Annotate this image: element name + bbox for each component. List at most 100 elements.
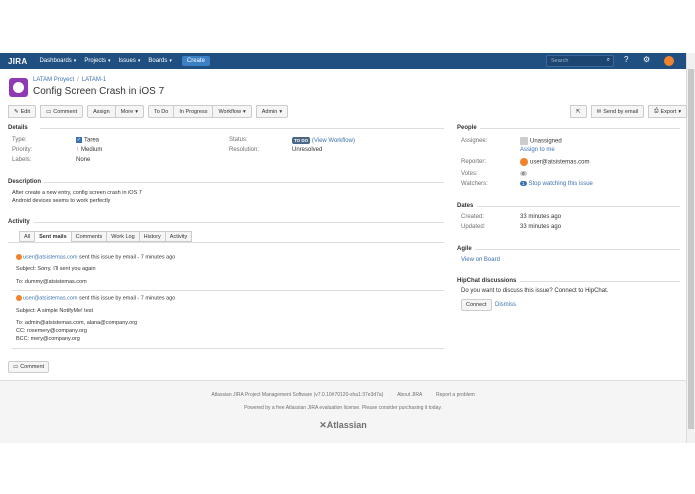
pencil-icon: ✎ [14,108,19,115]
chevron-down-icon: ▾ [169,58,172,64]
view-workflow-link[interactable]: (View Workflow) [312,138,355,144]
priority-arrow-icon: ↑ [76,147,79,153]
comment-button[interactable]: ▭ Comment [8,361,50,373]
priority-value: ↑ Medium [76,147,102,153]
breadcrumb-project-link[interactable]: LATAM Proyect [33,77,74,83]
dismiss-link[interactable]: Dismiss [495,302,516,308]
assign-to-me-link[interactable]: Assign to me [520,147,555,153]
chevron-down-icon: ▾ [242,108,246,115]
mail-to: To: admin@atsistemas.com, alana@company.… [16,320,138,326]
description-heading: Description [8,179,42,185]
gear-icon[interactable]: ⚙ [643,55,650,64]
description-line: Android devices seems to work perfectly [12,198,111,204]
send-email-label: Send by email [603,108,639,115]
user-avatar[interactable] [664,56,674,66]
scrollbar-thumb[interactable] [688,69,694,429]
view-on-board-link[interactable]: View on Board [461,257,500,263]
todo-button[interactable]: To Do [147,105,175,118]
breadcrumb-issue-link[interactable]: LATAM-1 [82,77,106,83]
description-body: After create a new entry, config screen … [12,189,142,205]
comment-label: Comment [53,108,78,115]
chevron-down-icon: ▾ [135,108,138,115]
details-divider [40,128,444,129]
watchers-badge: 1 [520,181,527,186]
admin-button[interactable]: Admin ▾ [255,105,289,118]
mail-subject: Subject: A simple NotifyMe! test [16,308,94,314]
people-divider [480,128,680,129]
footer-about-link[interactable]: About JIRA [397,392,422,398]
page-scrollbar[interactable] [686,53,695,443]
hipchat-heading: HipChat discussions [457,278,517,284]
share-icon: ⇱ [576,108,581,115]
hipchat-text: Do you want to discuss this issue? Conne… [461,288,609,294]
type-value: ✓ Tarea [76,137,99,144]
mail-meta: sent this issue by email - 7 minutes ago [79,254,176,261]
footer-software-link[interactable]: Atlassian JIRA Project Management Softwa… [211,392,383,398]
dates-divider [477,206,680,207]
details-heading: Details [8,125,28,131]
footer-report-link[interactable]: Report a problem [436,392,475,398]
help-icon[interactable]: ? [624,55,628,64]
unassigned-avatar [520,137,528,145]
footer-separator: · [389,392,392,398]
nav-boards[interactable]: Boards ▾ [148,58,172,64]
mail-header: user@atsistemas.com sent this issue by e… [16,254,175,260]
tab-comments[interactable]: Comments [70,231,108,242]
nav-projects-label: Projects [84,58,106,64]
export-button[interactable]: ⎙ Export ▾ [648,105,688,118]
reporter-text: user@atsistemas.com [530,159,590,166]
mail-meta: sent this issue by email - 7 minutes ago [79,295,176,302]
create-button[interactable]: Create [181,56,210,66]
search-input[interactable]: Search ⌕ [546,55,614,67]
tab-all[interactable]: All [19,231,36,242]
in-progress-button[interactable]: In Progress [173,105,214,118]
comment-icon: ▭ [46,108,52,115]
resolution-value: Unresolved [292,147,323,153]
jira-logo[interactable]: JIRA [8,57,27,66]
nav-issues[interactable]: Issues ▾ [119,58,141,64]
mail-cc: CC: rosemery@company.org [16,328,87,334]
type-label: Type: [12,137,27,143]
created-label: Created: [461,214,485,220]
project-avatar-inner [13,82,24,93]
assignee-text: Unassigned [530,138,562,145]
more-label: More [120,108,134,115]
tab-work-log[interactable]: Work Log [106,231,140,242]
send-email-button[interactable]: ✉ Send by email [590,105,645,118]
activity-heading: Activity [8,219,30,225]
mail-sender-link[interactable]: user@atsistemas.com [23,295,78,301]
edit-button[interactable]: ✎ Edit [8,105,37,118]
assignee-value: Unassigned [520,137,562,145]
connect-button[interactable]: Connect [461,299,492,311]
tab-activity[interactable]: Activity [164,231,193,242]
more-button[interactable]: More ▾ [114,105,144,118]
chevron-down-icon: ▾ [73,58,77,64]
tab-sent-mails[interactable]: Sent mails [34,231,72,242]
resolution-label: Resolution: [229,147,260,153]
project-avatar[interactable] [9,78,28,97]
assign-button[interactable]: Assign [87,105,116,118]
edit-label: Edit [20,108,31,115]
atlassian-logo-icon: ✕ [319,420,327,430]
chevron-down-icon: ▾ [137,58,141,64]
nav-dashboards[interactable]: Dashboards ▾ [39,58,76,64]
comment-toolbar-button[interactable]: ▭ Comment [40,105,84,118]
stop-watching-link[interactable]: Stop watching this issue [529,181,593,187]
atlassian-logo[interactable]: ✕Atlassian [0,420,686,431]
nav-projects[interactable]: Projects ▾ [84,58,110,64]
share-button[interactable]: ⇱ [570,105,587,118]
mail-subject: Subject: Sorry, I'll sent you again [16,266,96,272]
chevron-down-icon: ▾ [108,58,111,64]
workflow-button[interactable]: Workflow ▾ [212,105,252,118]
issue-toolbar: ✎ Edit ▭ Comment Assign More ▾ To Do In Pro… [8,105,289,118]
tab-history[interactable]: History [138,231,166,242]
chevron-down-icon: ▾ [279,108,283,115]
status-value: TO DO (View Workflow) [292,137,355,144]
reporter-label: Reporter: [461,159,487,165]
nav-issues-label: Issues [118,58,136,64]
export-icon: ⎙ [654,108,659,114]
created-value: 33 minutes ago [520,214,562,220]
mail-sender-link[interactable]: user@atsistemas.com [23,254,78,260]
footer-separator: · [428,392,431,398]
votes-value[interactable]: 0 [520,171,527,177]
